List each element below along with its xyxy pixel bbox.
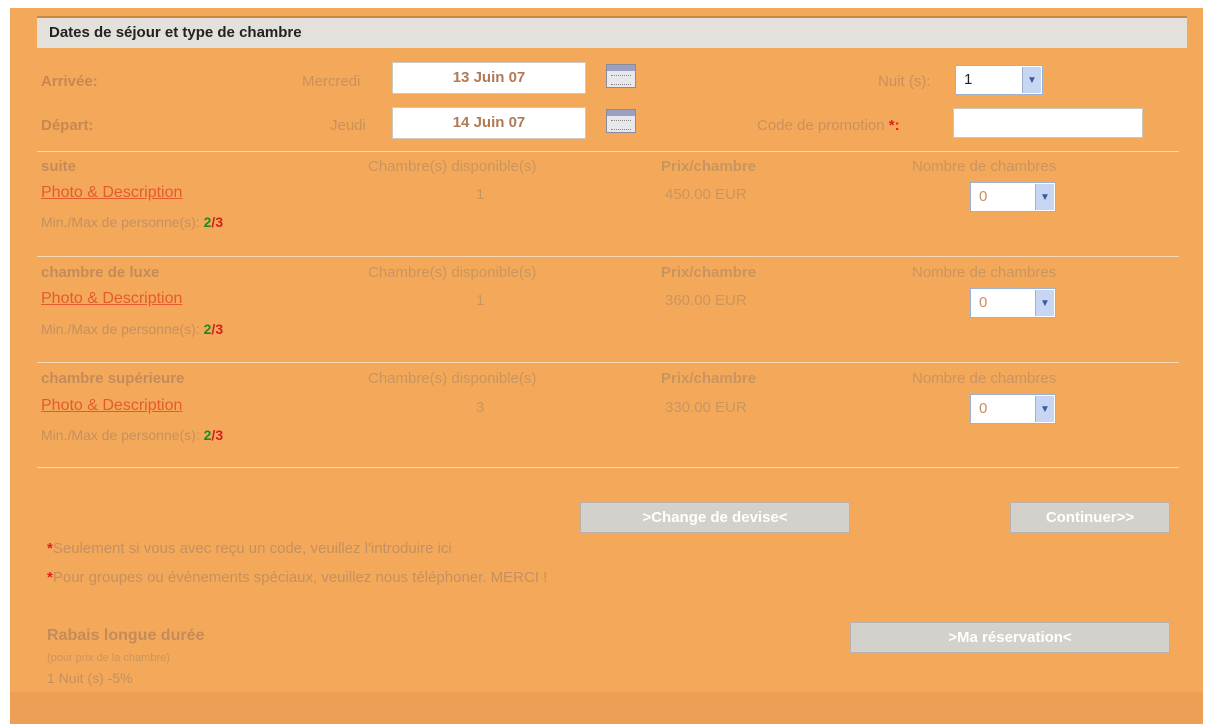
departure-day: Jeudi <box>330 117 366 134</box>
available-count: 1 <box>476 292 485 309</box>
room-price: 450.00 EUR <box>665 186 747 203</box>
arrival-day: Mercredi <box>302 73 361 90</box>
section-title: Dates de séjour et type de chambre <box>49 24 302 41</box>
room-price: 360.00 EUR <box>665 292 747 309</box>
divider <box>37 467 1179 468</box>
max-persons: 3 <box>215 321 224 337</box>
max-persons: 3 <box>215 427 224 443</box>
divider <box>37 151 1179 152</box>
room-name: suite <box>41 158 77 175</box>
photo-description-link[interactable]: Photo & Description <box>41 397 182 415</box>
promo-label: Code de promotion *: <box>757 117 900 134</box>
photo-description-link[interactable]: Photo & Description <box>41 184 182 202</box>
group-note-text: Pour groupes ou événements spéciaux, veu… <box>52 569 548 586</box>
discount-subtitle: (pour prix de la chambre) <box>47 652 170 664</box>
available-header: Chambre(s) disponible(s) <box>368 370 537 387</box>
arrival-date-field[interactable]: 13 Juin 07 <box>392 62 586 94</box>
occupancy-info: Min./Max de personne(s): 2/3 <box>41 321 223 337</box>
room-price: 330.00 EUR <box>665 399 747 416</box>
calendar-icon[interactable] <box>606 109 636 133</box>
departure-date-field[interactable]: 14 Juin 07 <box>392 107 586 139</box>
promo-required-marker: *: <box>888 117 900 134</box>
calendar-icon[interactable] <box>606 64 636 88</box>
count-header: Nombre de chambres <box>912 264 1057 281</box>
chevron-down-icon: ▼ <box>1035 184 1054 210</box>
room-name: chambre de luxe <box>41 264 160 281</box>
promo-note-text: Seulement si vous avec reçu un code, veu… <box>52 540 452 557</box>
nights-select[interactable]: 1 ▼ <box>955 65 1043 95</box>
nights-value: 1 <box>964 71 973 88</box>
section-header: Dates de séjour et type de chambre <box>37 16 1187 48</box>
room-count-value: 0 <box>979 188 988 205</box>
promo-label-text: Code de promotion <box>757 117 885 134</box>
promo-note: *Seulement si vous avec reçu un code, ve… <box>47 540 452 557</box>
count-header: Nombre de chambres <box>912 158 1057 175</box>
price-header: Prix/chambre <box>661 264 757 281</box>
discount-title: Rabais longue durée <box>47 627 205 644</box>
occupancy-info: Min./Max de personne(s): 2/3 <box>41 427 223 443</box>
available-header: Chambre(s) disponible(s) <box>368 158 537 175</box>
my-reservation-button[interactable]: >Ma réservation< <box>850 622 1170 653</box>
occupancy-label: Min./Max de personne(s): <box>41 321 200 337</box>
room-count-select[interactable]: 0 ▼ <box>970 182 1056 212</box>
room-name: chambre supérieure <box>41 370 185 387</box>
price-header: Prix/chambre <box>661 158 757 175</box>
discount-line: 1 Nuit (s) -5% <box>47 670 133 686</box>
panel-footer-band <box>10 692 1203 724</box>
occupancy-label: Min./Max de personne(s): <box>41 427 200 443</box>
room-count-select[interactable]: 0 ▼ <box>970 288 1056 318</box>
occupancy-info: Min./Max de personne(s): 2/3 <box>41 214 223 230</box>
available-count: 1 <box>476 186 485 203</box>
change-currency-button[interactable]: >Change de devise< <box>580 502 850 533</box>
count-header: Nombre de chambres <box>912 370 1057 387</box>
occupancy-label: Min./Max de personne(s): <box>41 214 200 230</box>
room-count-value: 0 <box>979 294 988 311</box>
chevron-down-icon: ▼ <box>1035 290 1054 316</box>
departure-label: Départ: <box>41 117 94 134</box>
group-note: *Pour groupes ou événements spéciaux, ve… <box>47 569 547 586</box>
max-persons: 3 <box>215 214 224 230</box>
room-count-select[interactable]: 0 ▼ <box>970 394 1056 424</box>
promo-code-input[interactable] <box>953 108 1143 138</box>
price-header: Prix/chambre <box>661 370 757 387</box>
photo-description-link[interactable]: Photo & Description <box>41 290 182 308</box>
divider <box>37 362 1179 363</box>
chevron-down-icon: ▼ <box>1022 67 1041 93</box>
chevron-down-icon: ▼ <box>1035 396 1054 422</box>
divider <box>37 256 1179 257</box>
arrival-label: Arrivée: <box>41 73 98 90</box>
nights-label: Nuit (s): <box>878 73 931 90</box>
continue-button[interactable]: Continuer>> <box>1010 502 1170 533</box>
room-count-value: 0 <box>979 400 988 417</box>
available-count: 3 <box>476 399 485 416</box>
available-header: Chambre(s) disponible(s) <box>368 264 537 281</box>
